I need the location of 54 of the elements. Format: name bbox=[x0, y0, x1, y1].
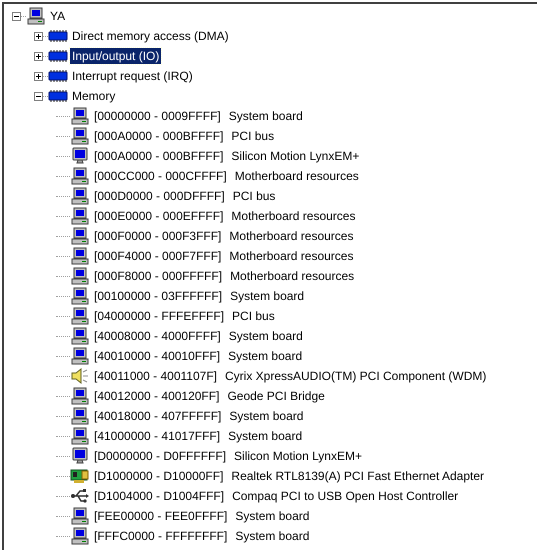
memory-range[interactable]: [000E0000 - 000EFFFF] bbox=[92, 208, 226, 224]
device-name[interactable]: System board bbox=[233, 508, 312, 524]
device-name[interactable]: Motherboard resources bbox=[227, 228, 356, 244]
memory-range[interactable]: [000F8000 - 000FFFFF] bbox=[92, 268, 224, 284]
device-name[interactable]: Silicon Motion LynxEM+ bbox=[229, 148, 362, 164]
memory-range[interactable]: [40018000 - 407FFFFF] bbox=[92, 408, 224, 424]
device-name[interactable]: Motherboard resources bbox=[229, 208, 358, 224]
memory-range[interactable]: [FFFC0000 - FFFFFFFF] bbox=[92, 528, 230, 544]
device-name[interactable]: System board bbox=[233, 528, 312, 544]
device-name[interactable]: Geode PCI Bridge bbox=[225, 388, 327, 404]
tree-item[interactable]: Direct memory access (DMA) bbox=[70, 28, 231, 44]
tree-item[interactable]: Interrupt request (IRQ) bbox=[70, 68, 195, 84]
collapse-icon[interactable] bbox=[34, 92, 43, 100]
memory-range[interactable]: [D1000000 - D10000FF] bbox=[92, 468, 226, 484]
collapse-icon[interactable] bbox=[12, 12, 21, 20]
device-name[interactable]: System board bbox=[226, 428, 304, 444]
device-name[interactable]: Motherboard resources bbox=[227, 248, 356, 264]
memory-range[interactable]: [000CC000 - 000CFFFF] bbox=[92, 168, 229, 184]
tree-item[interactable]: Input/output (IO) bbox=[70, 48, 162, 64]
device-name[interactable]: System board bbox=[228, 288, 306, 304]
memory-range[interactable]: [FEE00000 - FEE0FFFF] bbox=[92, 508, 230, 524]
memory-range[interactable]: [000D0000 - 000DFFFF] bbox=[92, 188, 227, 204]
memory-range[interactable]: [00100000 - 03FFFFFF] bbox=[92, 288, 224, 304]
expand-icon[interactable] bbox=[34, 32, 43, 40]
device-name[interactable]: Realtek RTL8139(A) PCI Fast Ethernet Adapter bbox=[229, 468, 486, 484]
memory-range[interactable]: [000F4000 - 000F7FFF] bbox=[92, 248, 224, 264]
memory-range[interactable]: [40008000 - 4000FFFF] bbox=[92, 328, 223, 344]
memory-range[interactable]: [000A0000 - 000BFFFF] bbox=[92, 148, 226, 164]
tree-item[interactable]: YA bbox=[48, 8, 68, 24]
device-name[interactable]: Motherboard resources bbox=[228, 268, 356, 284]
expand-icon[interactable] bbox=[34, 72, 43, 80]
device-name[interactable]: Cyrix XpressAUDIO(TM) PCI Component (WDM) bbox=[223, 368, 488, 384]
memory-range[interactable]: [41000000 - 41017FFF] bbox=[92, 428, 222, 444]
device-name[interactable]: Compaq PCI to USB Open Host Controller bbox=[230, 488, 460, 504]
memory-range[interactable]: [00000000 - 0009FFFF] bbox=[92, 108, 223, 124]
device-name[interactable]: Silicon Motion LynxEM+ bbox=[232, 448, 364, 464]
device-name[interactable]: System board bbox=[226, 328, 305, 344]
expand-icon[interactable] bbox=[34, 52, 43, 60]
memory-range[interactable]: [000F0000 - 000F3FFF] bbox=[92, 228, 224, 244]
device-name[interactable]: Motherboard resources bbox=[232, 168, 361, 184]
tree-item[interactable]: Memory bbox=[70, 88, 118, 104]
device-name[interactable]: System board bbox=[226, 108, 305, 124]
memory-range[interactable]: [D1004000 - D1004FFF] bbox=[92, 488, 226, 504]
memory-range[interactable]: [D0000000 - D0FFFFFF] bbox=[92, 448, 228, 464]
device-name[interactable]: System board bbox=[226, 348, 304, 364]
memory-range[interactable]: [40010000 - 40010FFF] bbox=[92, 348, 222, 364]
device-name[interactable]: PCI bus bbox=[230, 188, 278, 204]
memory-range[interactable]: [000A0000 - 000BFFFF] bbox=[92, 128, 226, 144]
memory-range[interactable]: [40012000 - 400120FF] bbox=[92, 388, 222, 404]
memory-range[interactable]: [04000000 - FFFEFFFF] bbox=[92, 308, 226, 324]
memory-range[interactable]: [40011000 - 4001107F] bbox=[92, 368, 219, 384]
device-name[interactable]: System board bbox=[227, 408, 306, 424]
device-name[interactable]: PCI bus bbox=[230, 308, 277, 324]
device-name[interactable]: PCI bus bbox=[229, 128, 276, 144]
